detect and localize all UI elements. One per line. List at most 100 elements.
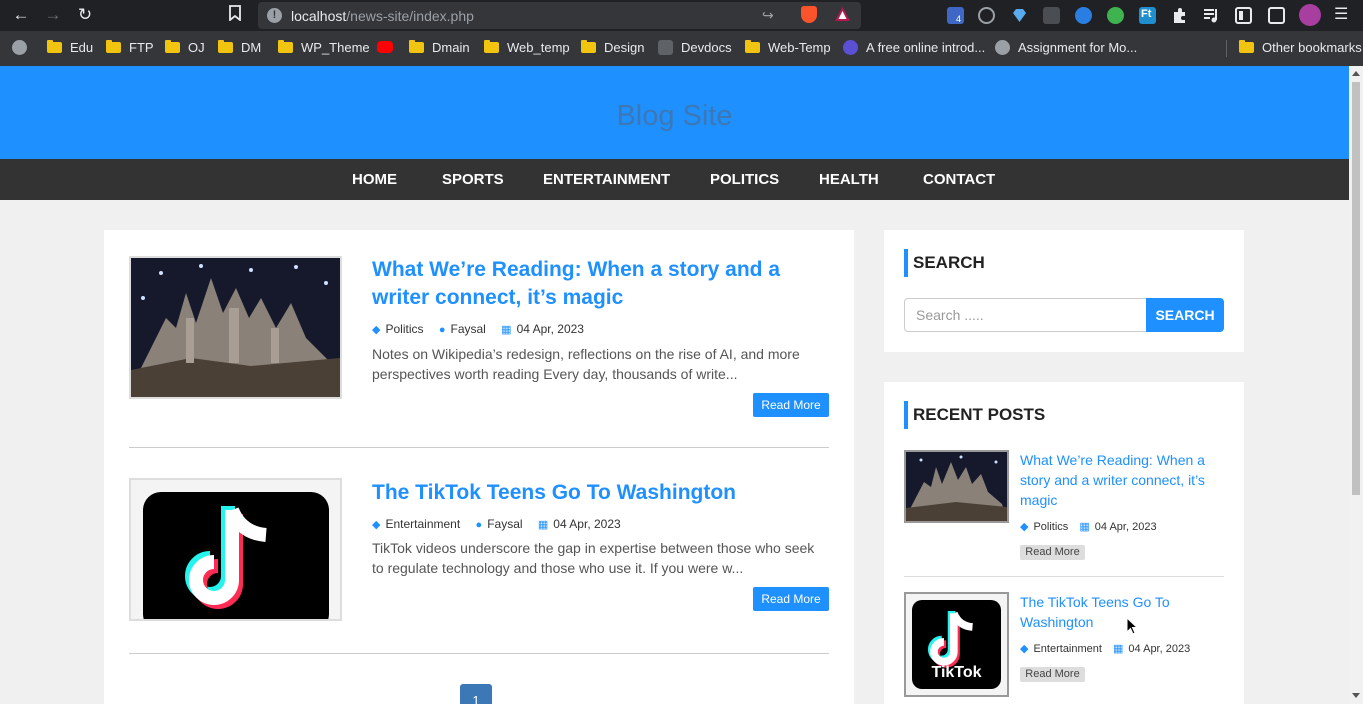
scroll-down-icon[interactable]	[1352, 693, 1360, 698]
bookmark-folder[interactable]: Design	[581, 40, 644, 56]
recent-post-category[interactable]: Entertainment	[1033, 643, 1101, 655]
recent-post-category[interactable]: Politics	[1033, 521, 1068, 533]
recent-read-more-button[interactable]: Read More	[1020, 667, 1085, 682]
folder-icon	[218, 40, 233, 53]
sidebar-icon[interactable]	[1235, 7, 1252, 24]
address-bar[interactable]: ! localhost/news-site/index.php ↪	[258, 2, 861, 29]
post-author[interactable]: Faysal	[487, 517, 522, 531]
moon-icon	[843, 40, 858, 55]
bookmark-folder[interactable]: Web_temp	[484, 40, 570, 56]
bookmarks-bar: Edu FTP OJ DM WP_Theme Dmain Web_temp De…	[0, 31, 1363, 66]
nav-health[interactable]: HEALTH	[819, 171, 879, 188]
site-info-icon[interactable]: !	[267, 8, 282, 23]
nav-entertainment[interactable]: ENTERTAINMENT	[543, 171, 670, 188]
recent-post-divider	[904, 576, 1224, 577]
forward-icon[interactable]: →	[42, 5, 64, 25]
nav-sports[interactable]: SPORTS	[442, 171, 504, 188]
user-icon: ●	[438, 324, 446, 336]
scrollbar-thumb[interactable]	[1352, 82, 1360, 495]
url-text: localhost/news-site/index.php	[291, 8, 474, 24]
other-bookmarks[interactable]: Other bookmarks	[1239, 40, 1362, 56]
grid-extension-icon[interactable]	[1043, 7, 1060, 24]
post-list: What We’re Reading: When a story and a wr…	[104, 230, 854, 704]
site-header: Blog Site	[0, 66, 1349, 159]
bookmark-folder[interactable]: OJ	[165, 40, 205, 56]
post-thumbnail-castle[interactable]	[129, 256, 342, 399]
folder-icon	[278, 40, 293, 53]
post-title[interactable]: What We’re Reading: When a story and a wr…	[372, 256, 822, 312]
recent-post-thumbnail[interactable]	[904, 450, 1009, 523]
page-scrollbar[interactable]	[1349, 66, 1363, 704]
site-title[interactable]: Blog Site	[0, 100, 1349, 133]
sidebar-search: SEARCH SEARCH	[884, 230, 1244, 352]
pagination-page-1[interactable]: 1	[460, 684, 492, 704]
recent-post-date: 04 Apr, 2023	[1094, 521, 1157, 533]
post-author[interactable]: Faysal	[450, 322, 485, 336]
post-meta: ◆ Politics ● Faysal ▦ 04 Apr, 2023	[372, 322, 584, 336]
read-more-button[interactable]: Read More	[753, 587, 829, 611]
nav-home[interactable]: HOME	[352, 171, 397, 188]
post-category[interactable]: Politics	[385, 322, 423, 336]
recent-post-meta: ◆ Politics ▦ 04 Apr, 2023	[1020, 520, 1157, 533]
bookmarks-apps-icon[interactable]	[12, 40, 35, 56]
brave-rewards-icon[interactable]	[834, 6, 851, 27]
nav-politics[interactable]: POLITICS	[710, 171, 779, 188]
wallet-icon[interactable]	[1268, 7, 1285, 24]
nav-contact[interactable]: CONTACT	[923, 171, 995, 188]
recent-post-meta: ◆ Entertainment ▦ 04 Apr, 2023	[1020, 642, 1190, 655]
shazam-extension-icon[interactable]	[1075, 7, 1092, 24]
search-heading: SEARCH	[904, 249, 985, 277]
browser-menu-icon[interactable]: ☰	[1334, 4, 1348, 24]
brave-shields-icon[interactable]	[801, 6, 817, 23]
post-divider	[129, 447, 829, 448]
bookmark-folder[interactable]: FTP	[106, 40, 154, 56]
search-button[interactable]: SEARCH	[1146, 298, 1224, 332]
recent-post-title[interactable]: The TikTok Teens Go To Washington	[1020, 592, 1226, 632]
color-extension-icon[interactable]	[1107, 7, 1124, 24]
browser-toolbar: ← → ↻ ! localhost/news-site/index.php ↪ …	[0, 0, 1363, 31]
reload-icon[interactable]: ↻	[74, 5, 96, 25]
search-input[interactable]	[904, 298, 1148, 332]
devdocs-icon	[658, 40, 673, 55]
post-divider	[129, 653, 829, 654]
back-icon[interactable]: ←	[10, 5, 32, 25]
diamond-extension-icon[interactable]	[1011, 7, 1028, 24]
scroll-up-icon[interactable]	[1352, 71, 1360, 76]
post-excerpt: Notes on Wikipedia’s redesign, reflectio…	[372, 346, 800, 382]
compass-extension-icon[interactable]	[978, 7, 995, 24]
bitwarden-extension-icon[interactable]: 4	[947, 7, 964, 24]
recent-post-thumbnail[interactable]: TikTok	[904, 592, 1009, 697]
bookmark-folder[interactable]: WP_Theme	[278, 40, 370, 56]
bookmark-link[interactable]: A free online introd...	[843, 40, 985, 56]
bookmark-youtube[interactable]	[377, 40, 401, 56]
recent-post-date: 04 Apr, 2023	[1128, 643, 1191, 655]
extensions-puzzle-icon[interactable]	[1171, 7, 1188, 24]
bookmark-folder[interactable]: Web-Temp	[745, 40, 831, 56]
folder-icon	[47, 40, 62, 53]
bookmark-folder[interactable]: Edu	[47, 40, 93, 56]
globe-icon	[995, 40, 1010, 55]
recent-read-more-button[interactable]: Read More	[1020, 545, 1085, 560]
post-thumbnail-tiktok[interactable]	[129, 478, 342, 621]
bookmark-icon[interactable]	[224, 5, 246, 25]
profile-avatar[interactable]	[1299, 4, 1321, 26]
bookmark-devdocs[interactable]: Devdocs	[658, 40, 732, 56]
calendar-icon: ▦	[1113, 643, 1124, 655]
sidebar-recent-posts: RECENT POSTS What We’re Reading: When a …	[884, 382, 1244, 704]
folder-icon	[409, 40, 424, 53]
folder-icon	[581, 40, 596, 53]
ft-extension-icon[interactable]: Ft	[1139, 7, 1156, 24]
user-icon: ●	[475, 519, 483, 531]
post-date: 04 Apr, 2023	[553, 517, 621, 531]
read-more-button[interactable]: Read More	[753, 393, 829, 417]
media-control-icon[interactable]	[1203, 7, 1220, 24]
post-title[interactable]: The TikTok Teens Go To Washington	[372, 479, 822, 507]
post-category[interactable]: Entertainment	[385, 517, 460, 531]
bookmark-folder[interactable]: Dmain	[409, 40, 470, 56]
folder-icon	[165, 40, 180, 53]
recent-post-title[interactable]: What We’re Reading: When a story and a w…	[1020, 450, 1226, 510]
share-icon[interactable]: ↪	[762, 7, 774, 24]
bookmark-folder[interactable]: DM	[218, 40, 261, 56]
bookmark-link[interactable]: Assignment for Mo...	[995, 40, 1137, 56]
tiktok-wordmark: TikTok	[931, 664, 982, 681]
